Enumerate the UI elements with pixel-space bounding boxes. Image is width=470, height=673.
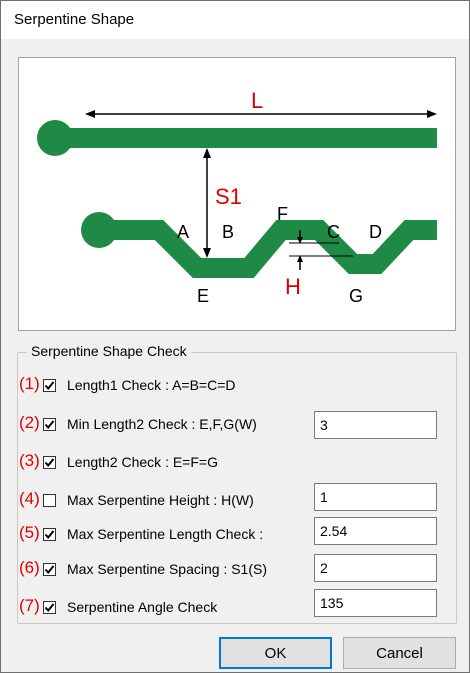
cancel-button[interactable]: Cancel <box>343 637 456 669</box>
min-length2-label: Min Length2 Check : E,F,G(W) <box>67 416 257 432</box>
label-a: A <box>177 222 189 242</box>
angle-checkbox[interactable] <box>43 601 56 614</box>
window-title: Serpentine Shape <box>14 11 135 28</box>
row-number-2: (2) <box>19 413 40 432</box>
min-length2-checkbox[interactable] <box>43 418 56 431</box>
serpentine-trace <box>99 220 437 278</box>
label-c: C <box>327 222 340 242</box>
l-arrow-left <box>85 110 95 118</box>
diagram-svg: L S1 H A B C D E F G <box>37 88 437 306</box>
label-b: B <box>222 222 234 242</box>
length1-label: Length1 Check : A=B=C=D <box>67 377 236 393</box>
max-spacing-checkbox[interactable] <box>43 563 56 576</box>
label-g: G <box>349 286 363 306</box>
label-f: F <box>277 204 288 224</box>
angle-label: Serpentine Angle Check <box>67 599 218 615</box>
serpentine-diagram: L S1 H A B C D E F G <box>18 57 456 331</box>
max-height-label: Max Serpentine Height : H(W) <box>67 492 254 508</box>
row-number-4: (4) <box>19 489 40 508</box>
label-e: E <box>197 286 209 306</box>
l-arrow-right <box>427 110 437 118</box>
s1-arrow-bottom <box>203 248 211 258</box>
row-number-7: (7) <box>19 596 40 615</box>
max-spacing-label: Max Serpentine Spacing : S1(S) <box>67 561 267 577</box>
max-length-label: Max Serpentine Length Check : <box>67 526 264 542</box>
min-length2-input[interactable] <box>314 411 437 439</box>
label-l: L <box>251 88 263 113</box>
row-number-5: (5) <box>19 523 40 542</box>
checkmark-icon <box>44 565 55 575</box>
row-number-1: (1) <box>19 374 40 393</box>
max-length-input[interactable] <box>314 517 437 545</box>
top-trace <box>55 128 437 148</box>
s1-arrow-top <box>203 148 211 158</box>
title-bar[interactable]: Serpentine Shape <box>1 1 469 39</box>
checkmark-icon <box>44 530 55 540</box>
checkmark-icon <box>44 420 55 430</box>
checkmark-icon <box>44 603 55 613</box>
max-length-checkbox[interactable] <box>43 528 56 541</box>
max-height-checkbox[interactable] <box>43 494 56 507</box>
label-s1: S1 <box>215 184 242 209</box>
dialog-window: Serpentine Shape L S1 H A B C D E F G Se… <box>0 0 470 673</box>
label-h: H <box>285 274 301 299</box>
length2-label: Length2 Check : E=F=G <box>67 454 218 470</box>
checkmark-icon <box>44 381 55 391</box>
row-number-3: (3) <box>19 451 40 470</box>
ok-button[interactable]: OK <box>219 637 332 669</box>
row-number-6: (6) <box>19 558 40 577</box>
length2-checkbox[interactable] <box>43 456 56 469</box>
angle-input[interactable] <box>314 589 437 617</box>
max-spacing-input[interactable] <box>314 554 437 582</box>
length1-checkbox[interactable] <box>43 379 56 392</box>
max-height-input[interactable] <box>314 483 437 511</box>
label-d: D <box>369 222 382 242</box>
group-title: Serpentine Shape Check <box>27 343 191 359</box>
checkmark-icon <box>44 458 55 468</box>
